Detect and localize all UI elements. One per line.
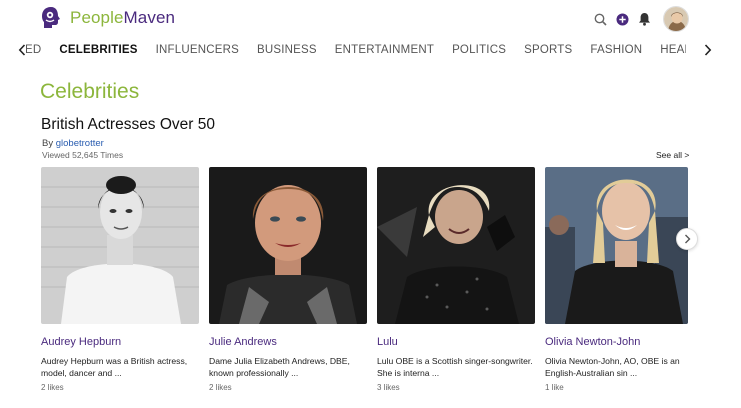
- add-circle-icon[interactable]: [614, 11, 630, 27]
- nav-track: ED CELEBRITIES INFLUENCERS BUSINESS ENTERTAI…: [26, 38, 686, 64]
- header: PeopleMaven: [0, 0, 741, 38]
- nav-item-fashion[interactable]: FASHION: [581, 38, 651, 56]
- nav-item-sports[interactable]: SPORTS: [515, 38, 581, 56]
- celebrity-name[interactable]: Julie Andrews: [209, 336, 367, 348]
- celebrity-photo[interactable]: [545, 167, 688, 324]
- nav-item-celebrities[interactable]: CELEBRITIES: [50, 38, 146, 56]
- bell-icon[interactable]: [636, 11, 652, 27]
- brand-name: PeopleMaven: [70, 8, 176, 27]
- view-count: Viewed 52,645 Times: [42, 150, 124, 160]
- nav-item-politics[interactable]: POLITICS: [443, 38, 515, 56]
- celebrity-name[interactable]: Audrey Hepburn: [41, 336, 199, 348]
- nav-item-ed[interactable]: ED: [26, 38, 50, 56]
- nav-item-entertainment[interactable]: ENTERTAINMENT: [326, 38, 443, 56]
- byline: By globetrotter: [42, 138, 104, 149]
- see-all-link[interactable]: See all >: [656, 150, 689, 160]
- nav-item-health[interactable]: HEALTH: [651, 38, 686, 56]
- celebrity-description: Audrey Hepburn was a British actress, mo…: [41, 356, 188, 378]
- celebrity-photo[interactable]: [209, 167, 367, 324]
- list-title: British Actresses Over 50: [41, 116, 216, 133]
- celebrity-card[interactable]: Julie Andrews Dame Julia Elizabeth Andre…: [209, 167, 367, 392]
- nav-item-business[interactable]: BUSINESS: [248, 38, 326, 56]
- logo-head-icon: [42, 7, 60, 28]
- carousel-next-button[interactable]: [676, 228, 698, 250]
- author-link[interactable]: globetrotter: [56, 138, 104, 149]
- nav-next-icon[interactable]: [700, 42, 716, 58]
- celebrity-card[interactable]: Lulu Lulu OBE is a Scottish singer-songw…: [377, 167, 535, 392]
- like-count: 2 likes: [41, 383, 64, 392]
- logo[interactable]: PeopleMaven: [40, 6, 175, 30]
- nav-item-influencers[interactable]: INFLUENCERS: [147, 38, 248, 56]
- celebrity-photo[interactable]: [41, 167, 199, 324]
- celebrity-description: Olivia Newton-John, AO, OBE is an Englis…: [545, 356, 680, 378]
- like-count: 3 likes: [377, 383, 400, 392]
- celebrity-card[interactable]: Audrey Hepburn Audrey Hepburn was a Brit…: [41, 167, 199, 392]
- celebrity-description: Dame Julia Elizabeth Andrews, DBE, known…: [209, 356, 350, 378]
- like-count: 2 likes: [209, 383, 232, 392]
- search-icon[interactable]: [592, 11, 608, 27]
- category-nav: ED CELEBRITIES INFLUENCERS BUSINESS ENTERTAI…: [0, 38, 741, 64]
- celebrity-name[interactable]: Olivia Newton-John: [545, 336, 688, 348]
- celebrity-photo[interactable]: [377, 167, 535, 324]
- section-title: Celebrities: [40, 80, 140, 103]
- byline-prefix: By: [42, 138, 56, 149]
- celebrity-description: Lulu OBE is a Scottish singer-songwriter…: [377, 356, 533, 378]
- like-count: 1 like: [545, 383, 564, 392]
- avatar[interactable]: [663, 6, 689, 32]
- celebrity-card[interactable]: Olivia Newton-John Olivia Newton-John, A…: [545, 167, 688, 392]
- chevron-right-icon: [684, 234, 690, 244]
- celebrity-name[interactable]: Lulu: [377, 336, 535, 348]
